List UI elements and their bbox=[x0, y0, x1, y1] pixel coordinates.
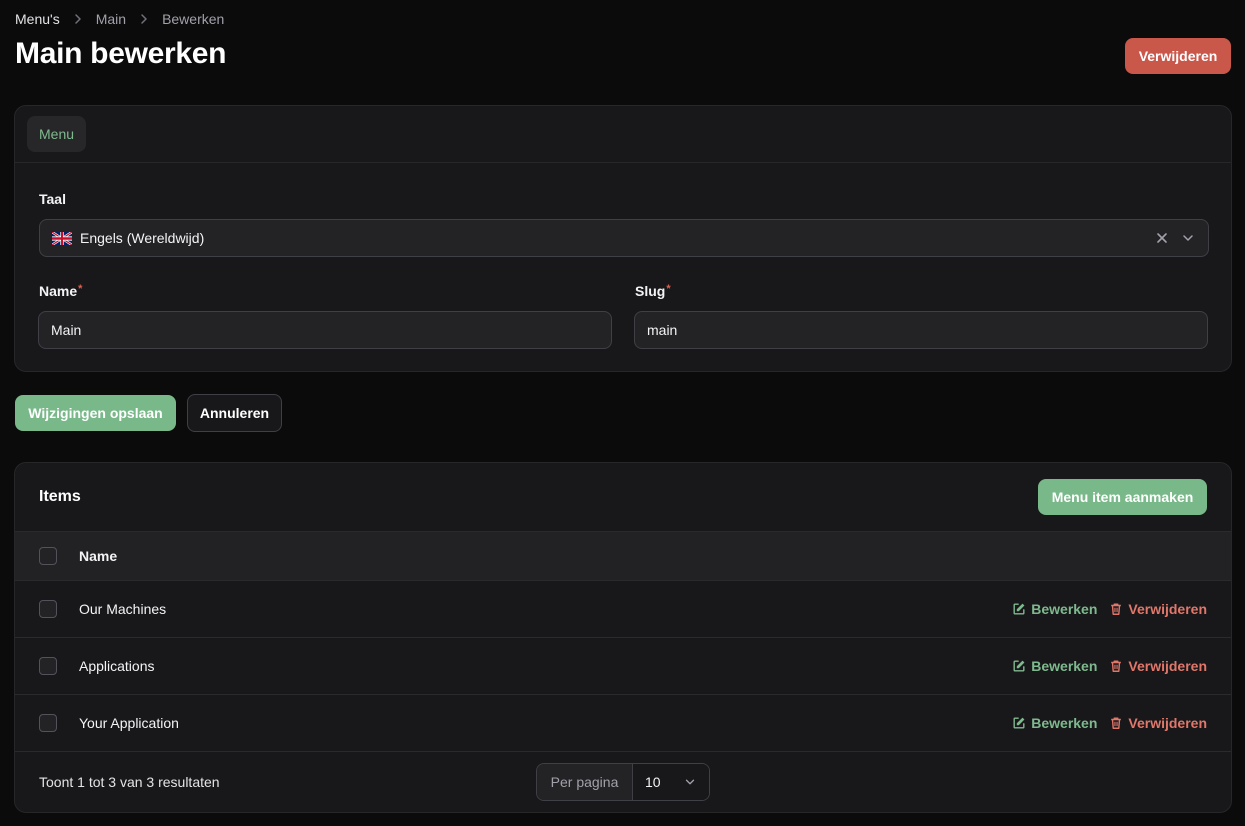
edit-action[interactable]: Bewerken bbox=[1012, 715, 1097, 731]
slug-label: Slug* bbox=[635, 283, 671, 299]
required-mark: * bbox=[666, 283, 671, 295]
clear-icon[interactable] bbox=[1154, 230, 1170, 246]
select-all-checkbox[interactable] bbox=[39, 547, 57, 565]
table-column-header: Name bbox=[15, 532, 1231, 581]
table-row[interactable]: Our Machines Bewerken Verwijderen bbox=[15, 581, 1231, 638]
delete-action[interactable]: Verwijderen bbox=[1109, 715, 1207, 731]
chevron-down-icon bbox=[685, 779, 695, 785]
per-page-control: Per pagina 10 bbox=[536, 763, 710, 801]
delete-action-label: Verwijderen bbox=[1128, 658, 1207, 674]
trash-icon bbox=[1111, 660, 1122, 672]
cancel-button[interactable]: Annuleren bbox=[187, 394, 282, 432]
edit-icon bbox=[1013, 717, 1025, 729]
chevron-down-icon[interactable] bbox=[1180, 230, 1196, 246]
name-label: Name* bbox=[39, 283, 82, 299]
table-header-bar: Items Menu item aanmaken bbox=[15, 463, 1231, 532]
edit-icon bbox=[1013, 603, 1025, 615]
delete-action[interactable]: Verwijderen bbox=[1109, 601, 1207, 617]
per-page-label: Per pagina bbox=[537, 764, 633, 800]
breadcrumb-item-menus[interactable]: Menu's bbox=[15, 11, 60, 27]
required-mark: * bbox=[78, 283, 83, 295]
row-actions: Bewerken Verwijderen bbox=[1012, 658, 1207, 674]
delete-button[interactable]: Verwijderen bbox=[1125, 38, 1231, 74]
edit-icon bbox=[1013, 660, 1025, 672]
items-table-card: Items Menu item aanmaken Name Our Machin… bbox=[14, 462, 1232, 813]
page-title: Main bewerken bbox=[15, 37, 227, 70]
name-label-text: Name bbox=[39, 283, 78, 299]
save-changes-button[interactable]: Wijzigingen opslaan bbox=[15, 395, 176, 431]
language-select-value: Engels (Wereldwijd) bbox=[80, 230, 205, 246]
menu-form-card: Menu Taal Engels (Wereldwijd) Name* Main… bbox=[14, 105, 1232, 372]
delete-action-label: Verwijderen bbox=[1128, 601, 1207, 617]
items-title: Items bbox=[39, 488, 81, 505]
edit-action-label: Bewerken bbox=[1031, 715, 1098, 731]
uk-flag-icon bbox=[51, 230, 73, 246]
delete-action[interactable]: Verwijderen bbox=[1109, 658, 1207, 674]
row-checkbox[interactable] bbox=[39, 657, 57, 675]
form-tabs: Menu bbox=[15, 106, 1231, 163]
column-header-name[interactable]: Name bbox=[79, 548, 117, 564]
create-menu-item-button[interactable]: Menu item aanmaken bbox=[1038, 479, 1207, 515]
row-checkbox[interactable] bbox=[39, 600, 57, 618]
chevron-right-icon bbox=[136, 11, 152, 27]
language-select[interactable]: Engels (Wereldwijd) bbox=[39, 219, 1209, 257]
row-checkbox[interactable] bbox=[39, 714, 57, 732]
row-name: Our Machines bbox=[79, 601, 167, 617]
chevron-right-icon bbox=[70, 11, 86, 27]
row-actions: Bewerken Verwijderen bbox=[1012, 715, 1207, 731]
per-page-select[interactable]: 10 bbox=[633, 764, 709, 800]
edit-action-label: Bewerken bbox=[1031, 601, 1098, 617]
row-actions: Bewerken Verwijderen bbox=[1012, 601, 1207, 617]
edit-action-label: Bewerken bbox=[1031, 658, 1098, 674]
trash-icon bbox=[1111, 717, 1122, 729]
row-name: Your Application bbox=[79, 715, 179, 731]
breadcrumb-item-bewerken: Bewerken bbox=[162, 11, 225, 27]
per-page-value: 10 bbox=[645, 774, 661, 790]
table-row[interactable]: Your Application Bewerken Verwijderen bbox=[15, 695, 1231, 752]
breadcrumb: Menu's Main Bewerken bbox=[15, 11, 224, 27]
language-label: Taal bbox=[39, 191, 66, 207]
tab-menu[interactable]: Menu bbox=[27, 116, 87, 152]
table-row[interactable]: Applications Bewerken Verwijderen bbox=[15, 638, 1231, 695]
edit-action[interactable]: Bewerken bbox=[1012, 658, 1097, 674]
edit-action[interactable]: Bewerken bbox=[1012, 601, 1097, 617]
slug-label-text: Slug bbox=[635, 283, 666, 299]
slug-input[interactable] bbox=[634, 311, 1208, 349]
row-name: Applications bbox=[79, 658, 155, 674]
language-label-text: Taal bbox=[39, 191, 66, 207]
breadcrumb-item-main[interactable]: Main bbox=[96, 11, 126, 27]
results-count: Toont 1 tot 3 van 3 resultaten bbox=[39, 774, 220, 790]
trash-icon bbox=[1111, 603, 1122, 615]
table-footer: Toont 1 tot 3 van 3 resultaten Per pagin… bbox=[15, 753, 1231, 812]
page: Menu's Main Bewerken Main bewerken Verwi… bbox=[0, 0, 1245, 826]
name-input[interactable] bbox=[38, 311, 612, 349]
delete-action-label: Verwijderen bbox=[1128, 715, 1207, 731]
